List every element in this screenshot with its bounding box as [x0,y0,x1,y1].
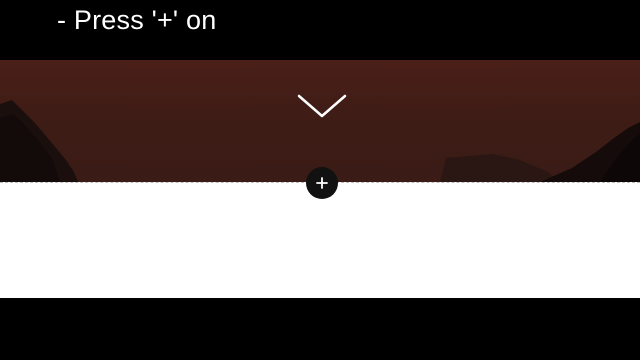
video-frame: - Press '+' on [0,0,640,360]
subtitle-caption: - Press '+' on [57,5,217,35]
hero-section [0,60,640,182]
add-section-button[interactable] [306,167,338,199]
plus-icon [316,177,328,189]
chevron-down-icon[interactable] [296,92,348,120]
empty-section-area[interactable] [0,182,640,298]
mountain-background-image [0,100,640,182]
